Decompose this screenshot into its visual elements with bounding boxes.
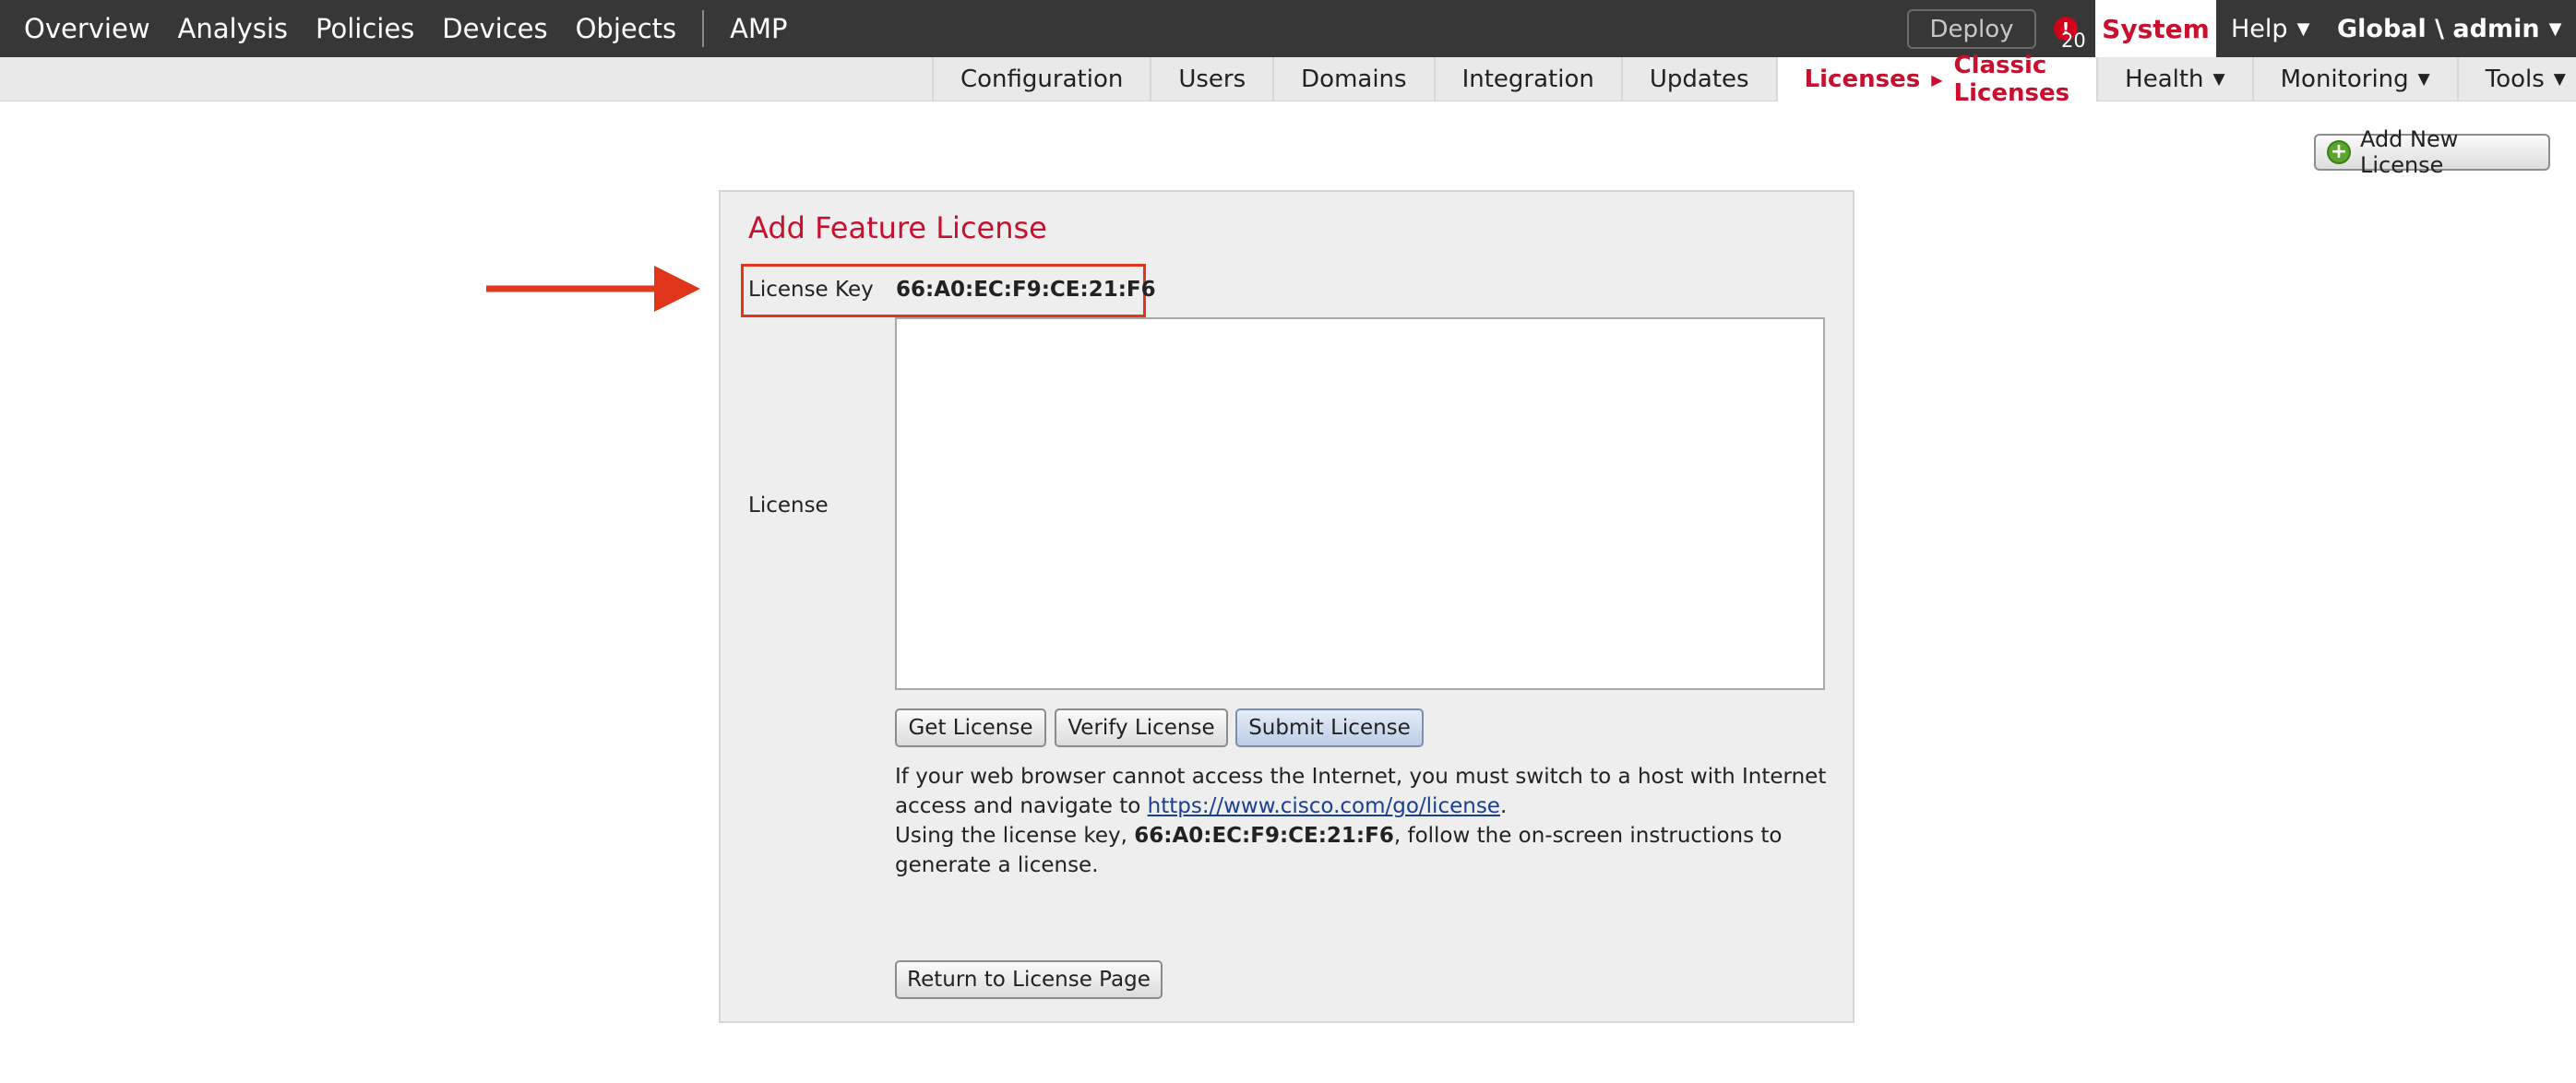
- tab-label: Health: [2125, 65, 2204, 93]
- primary-nav: Overview Analysis Policies Devices Objec…: [0, 0, 802, 57]
- add-new-license-button[interactable]: + Add New License: [2314, 126, 2550, 178]
- cisco-license-link[interactable]: https://www.cisco.com/go/license: [1148, 794, 1500, 818]
- caret-down-icon: ▼: [2553, 70, 2566, 89]
- tab-monitoring[interactable]: Monitoring ▼: [2251, 57, 2457, 101]
- caret-down-icon: ▼: [2296, 18, 2310, 39]
- tab-domains[interactable]: Domains: [1272, 57, 1433, 101]
- breadcrumb-arrow-icon: ▶: [1931, 70, 1943, 89]
- instructions-text: Using the license key,: [895, 824, 1135, 848]
- tab-label: Licenses: [1804, 65, 1921, 93]
- license-key-label: License Key: [748, 278, 874, 302]
- license-textarea[interactable]: [895, 317, 1825, 690]
- deploy-button[interactable]: Deploy: [1907, 9, 2036, 49]
- tab-configuration[interactable]: Configuration: [932, 57, 1150, 101]
- tab-tools[interactable]: Tools ▼: [2456, 57, 2576, 101]
- verify-license-button[interactable]: Verify License: [1055, 708, 1228, 747]
- tab-licenses[interactable]: Licenses ▶ Classic Licenses: [1775, 52, 2097, 107]
- help-label: Help: [2231, 14, 2288, 43]
- nav-objects[interactable]: Objects: [562, 0, 691, 57]
- return-to-license-page-button[interactable]: Return to License Page: [895, 960, 1163, 999]
- user-menu[interactable]: Global \ admin ▼: [2337, 0, 2561, 57]
- note-end: .: [1499, 794, 1508, 818]
- add-new-license-label: Add New License: [2359, 126, 2459, 178]
- help-menu[interactable]: Help ▼: [2231, 0, 2309, 57]
- submit-license-button[interactable]: Submit License: [1235, 708, 1424, 747]
- tab-updates[interactable]: Updates: [1620, 57, 1776, 101]
- caret-down-icon: ▼: [2212, 70, 2225, 89]
- tab-label: Users: [1178, 65, 1246, 93]
- system-tab[interactable]: System: [2095, 0, 2216, 57]
- instructions-key: 66:A0:EC:F9:CE:21:F6: [1134, 824, 1394, 848]
- nav-divider: [702, 10, 705, 47]
- plus-icon: +: [2327, 140, 2351, 164]
- tab-label: Tools: [2485, 65, 2545, 93]
- tab-health[interactable]: Health ▼: [2096, 57, 2251, 101]
- nav-overview[interactable]: Overview: [0, 0, 164, 57]
- nav-policies[interactable]: Policies: [302, 0, 428, 57]
- tab-label: Monitoring: [2280, 65, 2409, 93]
- alerts-indicator[interactable]: ! 20: [2054, 15, 2086, 52]
- internet-access-note: If your web browser cannot access the In…: [895, 762, 1827, 821]
- nav-amp[interactable]: AMP: [716, 0, 801, 57]
- annotation-arrow-icon: [486, 266, 700, 312]
- tab-sublabel: Classic Licenses: [1953, 52, 2070, 107]
- get-license-button[interactable]: Get License: [895, 708, 1046, 747]
- alert-count: 20: [2061, 30, 2086, 52]
- caret-down-icon: ▼: [2548, 18, 2562, 39]
- tab-label: Domains: [1301, 65, 1407, 93]
- user-label: Global \ admin: [2337, 14, 2540, 43]
- caret-down-icon: ▼: [2417, 70, 2430, 89]
- panel-title: Add Feature License: [748, 210, 1047, 245]
- add-feature-license-panel: Add Feature License License Key 66:A0:EC…: [719, 190, 1854, 1023]
- secondary-nav: Configuration Users Domains Integration …: [932, 52, 2576, 107]
- tab-label: Integration: [1461, 65, 1594, 93]
- license-label: License: [748, 494, 829, 518]
- top-navigation-bar: Overview Analysis Policies Devices Objec…: [0, 0, 2576, 57]
- tab-integration[interactable]: Integration: [1433, 57, 1621, 101]
- license-key-value: 66:A0:EC:F9:CE:21:F6: [896, 278, 1156, 302]
- nav-analysis[interactable]: Analysis: [164, 0, 302, 57]
- nav-devices[interactable]: Devices: [428, 0, 561, 57]
- tab-label: Updates: [1649, 65, 1749, 93]
- license-key-instructions: Using the license key, 66:A0:EC:F9:CE:21…: [895, 821, 1827, 880]
- tab-label: Configuration: [960, 65, 1124, 93]
- tab-users[interactable]: Users: [1150, 57, 1272, 101]
